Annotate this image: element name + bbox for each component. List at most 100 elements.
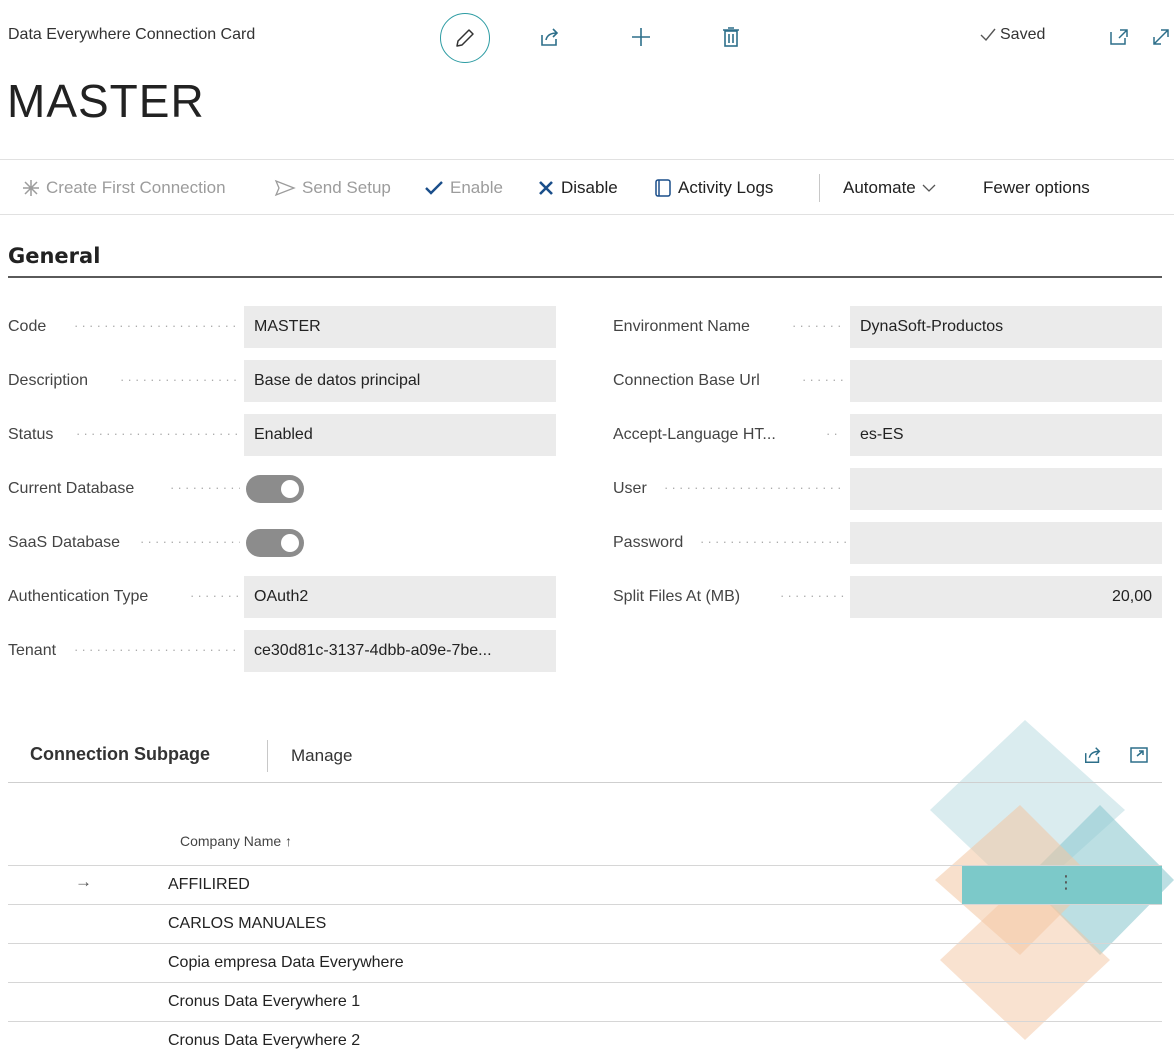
- subpage-expand-button[interactable]: [1124, 740, 1154, 770]
- dot-leader: ······: [802, 372, 846, 387]
- chevron-down-icon: [922, 184, 936, 192]
- edit-button[interactable]: [440, 13, 490, 63]
- dot-leader: ········: [190, 588, 240, 603]
- dot-leader: ············: [170, 480, 240, 495]
- share-icon: [541, 28, 559, 46]
- environment-name-label: Environment Name: [613, 318, 750, 335]
- company-name-cell[interactable]: CARLOS MANUALES: [168, 905, 326, 943]
- authentication-type-field[interactable]: OAuth2: [244, 576, 556, 618]
- expand-button[interactable]: [1146, 22, 1174, 52]
- company-name-column-header[interactable]: Company Name ↑: [180, 833, 292, 849]
- page-caption: Data Everywhere Connection Card: [8, 26, 256, 43]
- dot-leader: ··························: [74, 318, 240, 333]
- dot-leader: ·····················: [120, 372, 240, 387]
- dot-leader: ····························: [664, 480, 846, 495]
- subpage-divider: [8, 782, 1162, 783]
- password-field[interactable]: [850, 522, 1162, 564]
- current-database-toggle[interactable]: [246, 475, 304, 503]
- check-icon: [980, 28, 996, 42]
- accept-language-field[interactable]: es-ES: [850, 414, 1162, 456]
- fewer-options-label: Fewer options: [983, 177, 1090, 197]
- pencil-icon: [456, 29, 474, 47]
- new-button[interactable]: [626, 22, 656, 52]
- user-field[interactable]: [850, 468, 1162, 510]
- delete-button[interactable]: [716, 22, 746, 52]
- automate-menu[interactable]: Automate: [843, 160, 936, 215]
- current-database-label: Current Database: [8, 480, 135, 497]
- connection-base-url-label: Connection Base Url: [613, 372, 760, 389]
- dot-leader: ··: [826, 426, 842, 441]
- plus-icon: [632, 28, 650, 46]
- password-label: Password: [613, 534, 684, 551]
- current-row-arrow-icon: →: [75, 872, 92, 891]
- open-new-window-button[interactable]: [1104, 22, 1134, 52]
- company-name-cell[interactable]: Cronus Data Everywhere 1: [168, 983, 360, 1021]
- dot-leader: ··········: [780, 588, 846, 603]
- open-new-window-icon: [1110, 29, 1128, 45]
- subpage-separator: [267, 740, 268, 772]
- company-name-cell[interactable]: AFFILIRED: [168, 866, 250, 904]
- authentication-type-label: Authentication Type: [8, 588, 149, 605]
- expand-icon: [1153, 29, 1169, 45]
- share-button[interactable]: [535, 22, 565, 52]
- table-row[interactable]: AFFILIRED: [8, 865, 1162, 904]
- accept-language-label: Accept-Language HT...: [613, 426, 776, 443]
- company-name-cell[interactable]: Cronus Data Everywhere 2: [168, 1022, 360, 1060]
- subpage-share-button[interactable]: [1078, 740, 1108, 770]
- action-separator: [819, 174, 820, 202]
- split-files-field[interactable]: 20,00: [850, 576, 1162, 618]
- connection-base-url-field[interactable]: [850, 360, 1162, 402]
- table-row[interactable]: Cronus Data Everywhere 2: [8, 1021, 1162, 1060]
- status-field[interactable]: Enabled: [244, 414, 556, 456]
- saved-status: Saved: [980, 26, 1045, 44]
- saved-label: Saved: [1000, 26, 1046, 43]
- enable-label: Enable: [450, 177, 503, 197]
- dot-leader: ·······················: [700, 534, 846, 549]
- page-title: MASTER: [7, 75, 205, 127]
- table-row[interactable]: CARLOS MANUALES: [8, 904, 1162, 943]
- general-section-title[interactable]: General: [8, 244, 100, 268]
- log-icon: [655, 178, 671, 197]
- row-more-options-icon[interactable]: ⋮: [1057, 872, 1075, 893]
- section-divider: [8, 276, 1162, 278]
- send-setup-button[interactable]: Send Setup: [274, 160, 391, 215]
- table-row[interactable]: Cronus Data Everywhere 1: [8, 982, 1162, 1021]
- send-icon: [274, 179, 296, 196]
- tenant-field[interactable]: ce30d81c-3137-4dbb-a09e-7be...: [244, 630, 556, 672]
- disable-button[interactable]: Disable: [537, 160, 618, 215]
- disable-label: Disable: [561, 177, 618, 197]
- tenant-label: Tenant: [8, 642, 57, 659]
- action-bar: Create First Connection Send Setup Enabl…: [0, 159, 1174, 215]
- automate-label: Automate: [843, 177, 916, 197]
- send-setup-label: Send Setup: [302, 177, 391, 197]
- description-field[interactable]: Base de datos principal: [244, 360, 556, 402]
- share-icon: [1085, 747, 1101, 763]
- environment-name-field[interactable]: DynaSoft-Productos: [850, 306, 1162, 348]
- code-field[interactable]: MASTER: [244, 306, 556, 348]
- description-label: Description: [8, 372, 89, 389]
- company-name-cell[interactable]: Copia empresa Data Everywhere: [168, 944, 404, 982]
- table-row[interactable]: Copia empresa Data Everywhere: [8, 943, 1162, 982]
- dot-leader: ··························: [74, 642, 240, 657]
- dot-leader: ················: [140, 534, 240, 549]
- gear-sparkle-icon: [23, 179, 39, 196]
- subpage-manage-menu[interactable]: Manage: [291, 746, 352, 766]
- x-icon: [539, 180, 553, 195]
- fewer-options-button[interactable]: Fewer options: [983, 160, 1090, 215]
- create-first-connection-button[interactable]: Create First Connection: [22, 160, 226, 215]
- activity-logs-button[interactable]: Activity Logs: [654, 160, 773, 215]
- saas-database-label: SaaS Database: [8, 534, 121, 551]
- code-label: Code: [8, 318, 47, 335]
- split-files-label: Split Files At (MB): [613, 588, 741, 605]
- checkmark-icon: [425, 180, 443, 195]
- saas-database-toggle[interactable]: [246, 529, 304, 557]
- dot-leader: ········: [792, 318, 846, 333]
- create-first-connection-label: Create First Connection: [46, 177, 226, 197]
- activity-logs-label: Activity Logs: [678, 177, 774, 197]
- user-label: User: [613, 480, 647, 497]
- subpage-title[interactable]: Connection Subpage: [30, 744, 210, 765]
- expand-box-icon: [1130, 747, 1148, 763]
- enable-button[interactable]: Enable: [424, 160, 503, 215]
- trash-icon: [723, 27, 739, 47]
- dot-leader: ··························: [76, 426, 240, 441]
